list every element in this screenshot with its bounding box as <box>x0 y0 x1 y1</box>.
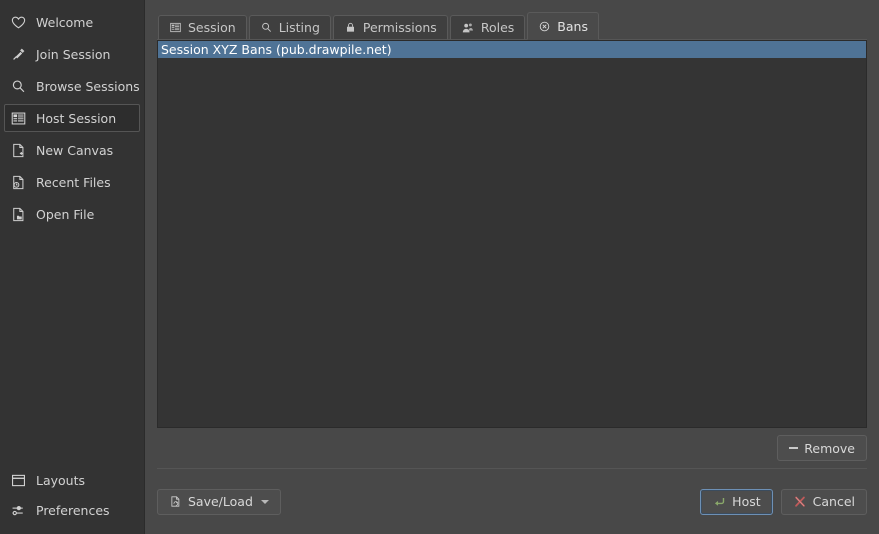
chevron-down-icon <box>260 499 269 504</box>
sidebar-item-host-session[interactable]: Host Session <box>4 104 140 132</box>
sidebar-item-browse-sessions[interactable]: Browse Sessions <box>4 72 140 100</box>
save-load-button-label: Save/Load <box>188 494 253 509</box>
cancel-button[interactable]: Cancel <box>780 488 867 515</box>
sidebar-bottom-group: Layouts Preferences <box>0 464 144 534</box>
window-layout-icon <box>9 471 27 489</box>
remove-button[interactable]: Remove <box>777 435 867 461</box>
circle-x-icon <box>538 20 551 33</box>
sidebar-item-label: Welcome <box>36 14 94 30</box>
tab-roles[interactable]: Roles <box>449 15 526 40</box>
tab-label: Session <box>188 20 236 35</box>
sidebar-item-join-session[interactable]: Join Session <box>4 40 140 68</box>
primary-actions: Host Cancel <box>700 488 867 515</box>
list-lines-icon <box>169 21 182 34</box>
sidebar-item-label: Layouts <box>36 472 86 488</box>
host-session-window: Welcome Join Session Browse Sessions Hos… <box>0 0 879 534</box>
lock-icon <box>344 21 357 34</box>
host-session-dialog: Session Listing Permissions Roles Bans S… <box>145 0 879 534</box>
tab-listing[interactable]: Listing <box>248 15 331 40</box>
people-icon <box>461 21 475 35</box>
sliders-icon <box>9 501 27 519</box>
sidebar-item-welcome[interactable]: Welcome <box>4 8 140 36</box>
cancel-button-label: Cancel <box>812 494 855 509</box>
sidebar-item-open-file[interactable]: Open File <box>4 200 140 228</box>
document-arrow-icon <box>169 495 182 508</box>
remove-button-label: Remove <box>804 440 855 456</box>
sidebar-item-label: Preferences <box>36 502 110 518</box>
document-plus-icon <box>9 141 27 159</box>
sidebar-item-label: Open File <box>36 206 95 222</box>
sidebar-item-preferences[interactable]: Preferences <box>4 496 140 524</box>
tab-label: Bans <box>557 18 588 34</box>
sidebar-item-recent-files[interactable]: Recent Files <box>4 168 140 196</box>
tab-label: Permissions <box>362 20 437 35</box>
x-mark-icon <box>793 495 807 509</box>
host-button[interactable]: Host <box>700 488 773 515</box>
sidebar-item-layouts[interactable]: Layouts <box>4 466 140 494</box>
heart-icon <box>9 13 27 31</box>
server-list-icon <box>9 109 27 127</box>
ban-list-actions: Remove <box>157 428 867 468</box>
save-load-button[interactable]: Save/Load <box>157 488 281 515</box>
enter-arrow-icon <box>712 495 726 509</box>
sidebar-item-label: Recent Files <box>36 174 111 190</box>
ban-list[interactable]: Session XYZ Bans (pub.drawpile.net) <box>157 40 867 428</box>
tab-label: Roles <box>480 20 515 35</box>
sidebar-item-label: Browse Sessions <box>36 78 140 94</box>
plug-icon <box>9 45 27 63</box>
sidebar-item-label: Join Session <box>36 46 111 62</box>
tab-label: Listing <box>278 20 320 35</box>
host-button-label: Host <box>732 494 761 509</box>
sidebar-item-label: New Canvas <box>36 142 114 158</box>
document-folder-icon <box>9 205 27 223</box>
magnifier-icon <box>260 21 273 34</box>
sidebar: Welcome Join Session Browse Sessions Hos… <box>0 0 145 534</box>
dialog-button-bar: Save/Load Host Cancel <box>157 469 867 534</box>
list-item[interactable]: Session XYZ Bans (pub.drawpile.net) <box>158 41 866 58</box>
document-clock-icon <box>9 173 27 191</box>
tab-permissions[interactable]: Permissions <box>332 15 448 40</box>
tab-bans[interactable]: Bans <box>527 12 599 40</box>
tab-session[interactable]: Session <box>158 15 247 40</box>
list-item-label: Session XYZ Bans (pub.drawpile.net) <box>161 42 392 57</box>
sidebar-item-label: Host Session <box>36 110 117 126</box>
minus-icon <box>789 447 799 449</box>
tab-bar: Session Listing Permissions Roles Bans <box>157 10 867 40</box>
magnifier-icon <box>9 77 27 95</box>
sidebar-item-new-canvas[interactable]: New Canvas <box>4 136 140 164</box>
